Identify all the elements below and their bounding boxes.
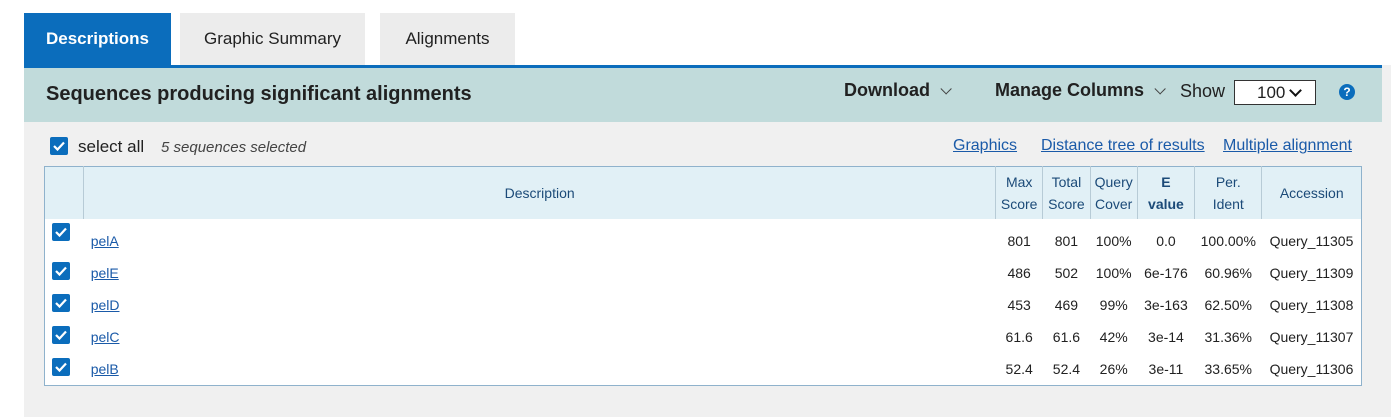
- max-score-cell: 486: [1007, 265, 1031, 281]
- distance-tree-link[interactable]: Distance tree of results: [1041, 137, 1205, 155]
- query-cover-cell: 42%: [1099, 329, 1128, 345]
- row-checkbox-cell: [45, 321, 84, 353]
- accession-cell: Query_11307: [1269, 329, 1354, 345]
- checkbox-column-header: [44, 166, 85, 219]
- total-score-cell: 61.6: [1052, 329, 1081, 345]
- e-value-column-header[interactable]: Evalue: [1137, 166, 1196, 219]
- check-icon: [55, 227, 67, 238]
- sequence-link[interactable]: pelE: [91, 265, 119, 281]
- accession-cell: Query_11305: [1269, 233, 1354, 249]
- row-checkbox[interactable]: [52, 358, 70, 376]
- row-checkbox-cell: [45, 219, 84, 257]
- tab-descriptions[interactable]: Descriptions: [24, 13, 171, 65]
- per-ident-cell: 100.00%: [1200, 233, 1256, 249]
- results-header: Sequences producing significant alignmen…: [24, 65, 1382, 122]
- per-ident-cell: 31.36%: [1204, 329, 1252, 345]
- descriptions-panel: Sequences producing significant alignmen…: [24, 65, 1391, 417]
- max-score-column-header[interactable]: Max Score: [995, 166, 1044, 219]
- accession-cell: Query_11308: [1269, 297, 1354, 313]
- total-score-cell: 52.4: [1052, 361, 1081, 377]
- row-checkbox[interactable]: [52, 294, 70, 312]
- page-title: Sequences producing significant alignmen…: [46, 83, 472, 105]
- total-score-column-header[interactable]: Total Score: [1042, 166, 1091, 219]
- table-row: pelE 486 502 100% 6e-176 60.96% Query_11…: [45, 257, 1362, 289]
- show-label: Show: [1180, 81, 1226, 101]
- check-icon: [55, 298, 67, 309]
- selected-count: 5 sequences selected: [161, 139, 307, 156]
- download-label: Download: [844, 80, 930, 100]
- select-all-label: select all: [78, 137, 145, 156]
- description-cell: pelD: [84, 289, 996, 321]
- accession-cell: Query_11306: [1269, 361, 1354, 377]
- row-checkbox[interactable]: [52, 223, 70, 241]
- sequence-link[interactable]: pelD: [91, 297, 120, 313]
- e-value-cell: 3e-11: [1148, 361, 1184, 377]
- e-value-cell: 3e-14: [1148, 329, 1184, 345]
- chevron-down-icon: [1154, 82, 1166, 95]
- row-checkbox-cell: [45, 257, 84, 289]
- row-checkbox-cell: [45, 353, 84, 386]
- description-cell: pelA: [84, 219, 996, 257]
- total-score-cell: 502: [1054, 265, 1079, 281]
- check-icon: [55, 330, 67, 341]
- multiple-alignment-link[interactable]: Multiple alignment: [1223, 137, 1352, 155]
- row-checkbox[interactable]: [52, 326, 70, 344]
- accession-column-header[interactable]: Accession: [1261, 166, 1362, 219]
- chevron-down-icon: [940, 82, 952, 95]
- tab-graphic-summary[interactable]: Graphic Summary: [180, 13, 365, 65]
- description-column-header[interactable]: Description: [83, 166, 997, 219]
- query-cover-cell: 26%: [1099, 361, 1128, 377]
- max-score-cell: 61.6: [1005, 329, 1033, 345]
- sequence-link[interactable]: pelA: [91, 233, 119, 249]
- show-count-value: 100: [1257, 82, 1286, 102]
- total-score-cell: 469: [1054, 297, 1079, 313]
- download-button[interactable]: Download: [844, 80, 952, 101]
- manage-columns-label: Manage Columns: [995, 80, 1145, 100]
- show-count-select[interactable]: 100: [1234, 80, 1316, 105]
- check-icon: [53, 141, 65, 152]
- max-score-cell: 52.4: [1005, 361, 1033, 377]
- table-header-row: Description Max Score Total Score Query Cov…: [44, 166, 1362, 219]
- row-checkbox-cell: [45, 289, 84, 321]
- help-icon[interactable]: ?: [1339, 84, 1355, 100]
- per-ident-cell: 33.65%: [1204, 361, 1252, 377]
- table-row: pelC 61.6 61.6 42% 3e-14 31.36% Query_11…: [45, 321, 1362, 353]
- table-row: pelB 52.4 52.4 26% 3e-11 33.65% Query_11…: [45, 353, 1362, 386]
- table-row: pelA 801 801 100% 0.0 100.00% Query_1130…: [45, 219, 1362, 257]
- sequence-link[interactable]: pelC: [91, 329, 120, 345]
- query-cover-cell: 100%: [1095, 265, 1132, 281]
- description-cell: pelE: [84, 257, 996, 289]
- tab-alignments[interactable]: Alignments: [380, 13, 515, 65]
- e-value-cell: 6e-176: [1144, 265, 1188, 281]
- results-table: Description Max Score Total Score Query Cov…: [44, 166, 1362, 386]
- description-cell: pelC: [84, 321, 996, 353]
- check-icon: [55, 266, 67, 277]
- query-cover-cell: 100%: [1095, 233, 1132, 249]
- per-ident-column-header[interactable]: Per. Ident: [1194, 166, 1263, 219]
- select-all-checkbox[interactable]: [50, 137, 68, 155]
- chevron-down-icon: [1289, 84, 1302, 97]
- results-tabs: Descriptions Graphic Summary Alignments: [24, 13, 1382, 65]
- e-value-cell: 3e-163: [1144, 297, 1188, 313]
- e-value-cell: 0.0: [1156, 233, 1176, 249]
- per-ident-cell: 60.96%: [1204, 265, 1252, 281]
- manage-columns-button[interactable]: Manage Columns: [995, 80, 1166, 101]
- query-cover-column-header[interactable]: Query Cover: [1090, 166, 1138, 219]
- graphics-link[interactable]: Graphics: [953, 137, 1017, 155]
- sequence-link[interactable]: pelB: [91, 361, 119, 377]
- accession-cell: Query_11309: [1269, 265, 1354, 281]
- max-score-cell: 453: [1007, 297, 1031, 313]
- query-cover-cell: 99%: [1099, 297, 1128, 313]
- row-checkbox[interactable]: [52, 262, 70, 280]
- table-row: pelD 453 469 99% 3e-163 62.50% Query_113…: [45, 289, 1362, 321]
- check-icon: [55, 362, 67, 373]
- max-score-cell: 801: [1007, 233, 1031, 249]
- total-score-cell: 801: [1054, 233, 1079, 249]
- per-ident-cell: 62.50%: [1204, 297, 1252, 313]
- description-cell: pelB: [84, 353, 996, 386]
